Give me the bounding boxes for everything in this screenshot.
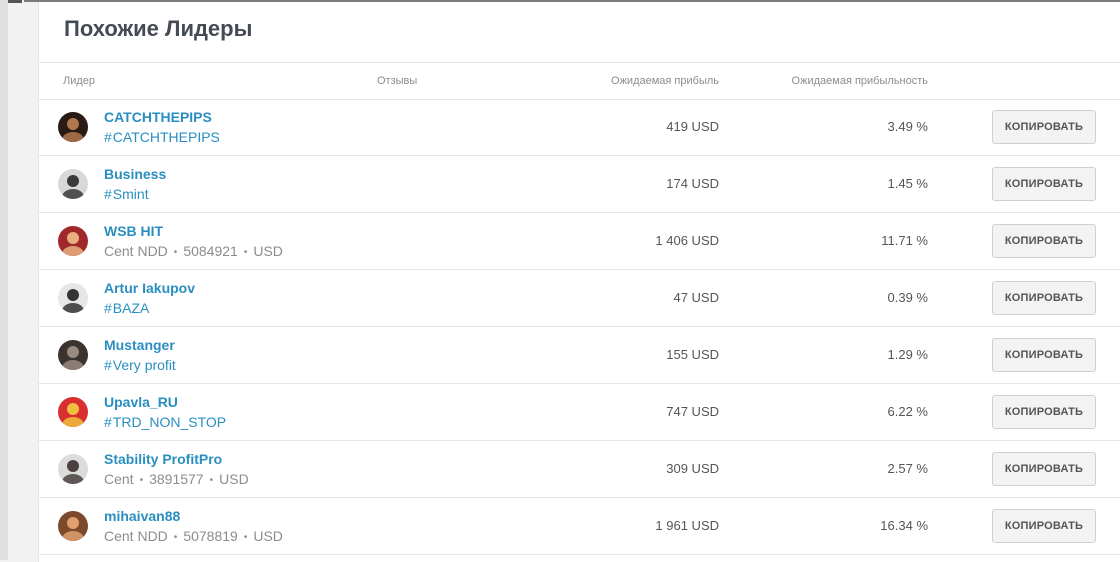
account-number: 5084921 (183, 243, 238, 259)
account-currency: USD (253, 243, 283, 259)
account-info: Cent NDD • 5084921 • USD (104, 243, 283, 259)
column-header-reviews: Отзывы (377, 75, 418, 87)
leader-name-link[interactable]: Artur Iakupov (104, 280, 195, 296)
table-row: Upavla_RU #TRD_NON_STOP 747 USD 6.22 % КОПИР… (39, 384, 1120, 441)
expected-profit-value: 155 USD (666, 347, 719, 362)
avatar-light-photo-icon[interactable] (58, 454, 88, 484)
table-row: Mustanger #Very profit 155 USD 1.29 % КОПИРО… (39, 327, 1120, 384)
expected-profit-value: 419 USD (666, 119, 719, 134)
hash-symbol: # (104, 414, 112, 430)
account-type: Cent NDD (104, 243, 168, 259)
expected-profitability-value: 2.57 % (887, 461, 928, 476)
account-info: Cent NDD • 5078819 • USD (104, 528, 283, 544)
table-row: WSB HIT Cent NDD • 5084921 • USD 1 406 USD 11.7… (39, 213, 1120, 270)
expected-profit-value: 747 USD (666, 404, 719, 419)
separator-dot-icon: • (209, 475, 214, 486)
copy-button[interactable]: КОПИРОВАТЬ (992, 167, 1096, 201)
hashtag-text: Smint (112, 186, 149, 202)
leader-hashtag[interactable]: #CATCHTHEPIPS (104, 129, 220, 145)
account-number: 5078819 (183, 528, 238, 544)
leader-name-link[interactable]: CATCHTHEPIPS (104, 109, 212, 125)
table-row: Artur Iakupov #BAZA 47 USD 0.39 % КОПИРОВАТЬ (39, 270, 1120, 327)
expected-profit-value: 1 406 USD (655, 233, 719, 248)
expected-profit-value: 174 USD (666, 176, 719, 191)
hash-symbol: # (104, 357, 112, 373)
separator-dot-icon: • (173, 532, 178, 543)
leader-name-link[interactable]: Stability ProfitPro (104, 451, 222, 467)
table-row: CATCHTHEPIPS #CATCHTHEPIPS 419 USD 3.49 % КО… (39, 99, 1120, 156)
leader-hashtag[interactable]: #BAZA (104, 300, 149, 316)
hashtag-text: TRD_NON_STOP (112, 414, 227, 430)
column-header-expected-profit: Ожидаемая прибыль (611, 75, 719, 87)
account-currency: USD (219, 471, 249, 487)
copy-button[interactable]: КОПИРОВАТЬ (992, 509, 1096, 543)
left-edge-strip (0, 0, 8, 560)
account-type: Cent NDD (104, 528, 168, 544)
expected-profitability-value: 1.29 % (887, 347, 928, 362)
copy-button[interactable]: КОПИРОВАТЬ (992, 110, 1096, 144)
table-row: Business #Smint 174 USD 1.45 % КОПИРОВАТЬ (39, 156, 1120, 213)
copy-button[interactable]: КОПИРОВАТЬ (992, 338, 1096, 372)
copy-button[interactable]: КОПИРОВАТЬ (992, 395, 1096, 429)
hashtag-text: Very profit (112, 357, 176, 373)
leader-hashtag[interactable]: #Very profit (104, 357, 176, 373)
column-header-expected-profitability: Ожидаемая прибыльность (791, 75, 928, 87)
leader-name-link[interactable]: Mustanger (104, 337, 175, 353)
leader-name-link[interactable]: WSB HIT (104, 223, 163, 239)
separator-dot-icon: • (173, 247, 178, 258)
copy-button[interactable]: КОПИРОВАТЬ (992, 224, 1096, 258)
separator-dot-icon: • (139, 475, 144, 486)
hashtag-text: CATCHTHEPIPS (112, 129, 220, 145)
expected-profitability-value: 11.71 % (881, 233, 928, 248)
expected-profitability-value: 0.39 % (887, 290, 928, 305)
avatar-colorful-photo-icon[interactable] (58, 397, 88, 427)
expected-profit-value: 1 961 USD (655, 518, 719, 533)
hash-symbol: # (104, 129, 112, 145)
avatar-suit-photo-icon[interactable] (58, 169, 88, 199)
leader-hashtag[interactable]: #Smint (104, 186, 149, 202)
expected-profit-value: 309 USD (666, 461, 719, 476)
avatar-warm-photo-icon[interactable] (58, 511, 88, 541)
expected-profitability-value: 1.45 % (887, 176, 928, 191)
leader-name-link[interactable]: Business (104, 166, 166, 182)
column-header-leader: Лидер (63, 75, 96, 87)
account-currency: USD (253, 528, 283, 544)
table-header: Лидер Отзывы Ожидаемая прибыль Ожидаемая… (39, 62, 1120, 100)
hash-symbol: # (104, 186, 112, 202)
leaders-list: CATCHTHEPIPS #CATCHTHEPIPS 419 USD 3.49 % КО… (39, 99, 1120, 555)
left-edge-tick (8, 0, 22, 3)
avatar-bw-photo-icon[interactable] (58, 283, 88, 313)
separator-dot-icon: • (243, 247, 248, 258)
table-row: mihaivan88 Cent NDD • 5078819 • USD 1 961 USD 1… (39, 498, 1120, 555)
copy-button[interactable]: КОПИРОВАТЬ (992, 281, 1096, 315)
avatar-red-photo-icon[interactable] (58, 226, 88, 256)
avatar-dark-photo-icon[interactable] (58, 340, 88, 370)
separator-dot-icon: • (243, 532, 248, 543)
similar-leaders-panel: Похожие Лидеры Лидер Отзывы Ожидаемая пр… (38, 2, 1120, 562)
expected-profitability-value: 16.34 % (880, 518, 928, 533)
expected-profitability-value: 6.22 % (887, 404, 928, 419)
hashtag-text: BAZA (112, 300, 150, 316)
account-number: 3891577 (149, 471, 204, 487)
hash-symbol: # (104, 300, 112, 316)
leader-name-link[interactable]: mihaivan88 (104, 508, 180, 524)
expected-profit-value: 47 USD (673, 290, 719, 305)
account-info: Cent • 3891577 • USD (104, 471, 249, 487)
table-row: Stability ProfitPro Cent • 3891577 • USD 309 U… (39, 441, 1120, 498)
account-type: Cent (104, 471, 134, 487)
leader-hashtag[interactable]: #TRD_NON_STOP (104, 414, 226, 430)
copy-button[interactable]: КОПИРОВАТЬ (992, 452, 1096, 486)
avatar-dark-photo-icon[interactable] (58, 112, 88, 142)
leader-name-link[interactable]: Upavla_RU (104, 394, 178, 410)
expected-profitability-value: 3.49 % (887, 119, 928, 134)
page-title: Похожие Лидеры (64, 16, 253, 41)
